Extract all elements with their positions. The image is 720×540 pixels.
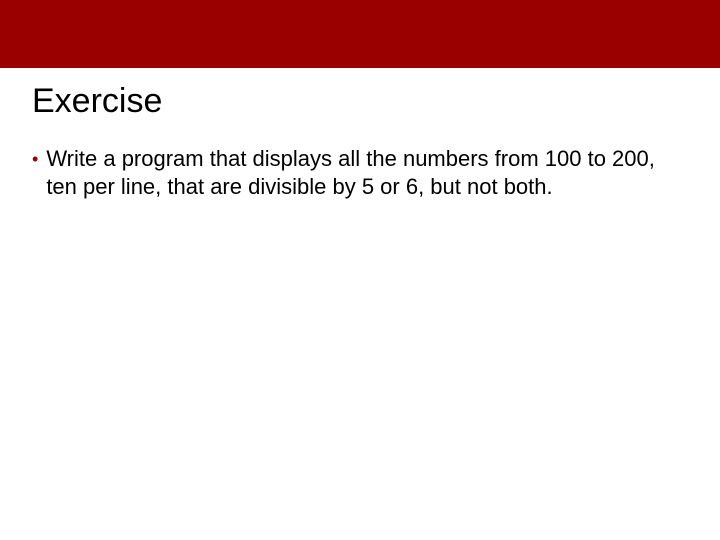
top-banner [0, 0, 720, 68]
slide-content: Exercise • Write a program that displays… [0, 68, 720, 201]
bullet-item: • Write a program that displays all the … [32, 145, 688, 201]
slide-title: Exercise [32, 82, 688, 121]
bullet-text: Write a program that displays all the nu… [46, 145, 688, 201]
bullet-dot-icon: • [32, 145, 38, 173]
